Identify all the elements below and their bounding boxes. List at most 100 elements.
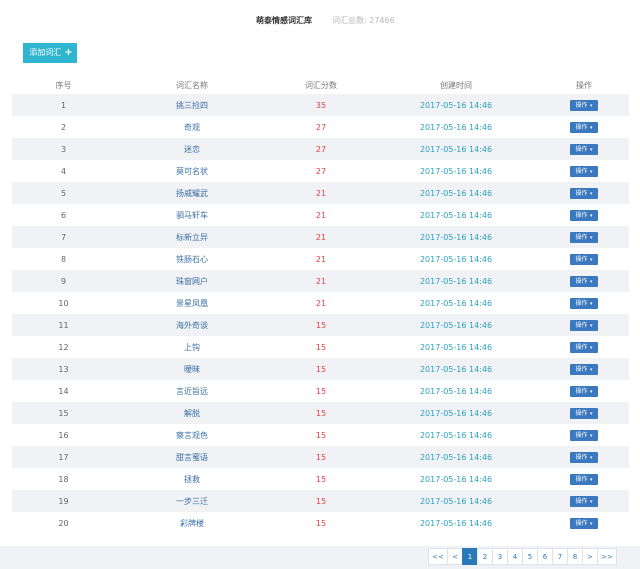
add-vocab-button[interactable]: 添加词汇 + (23, 43, 77, 63)
actions-dropdown-button[interactable]: 操作 ▾ (570, 517, 598, 529)
actions-dropdown-button[interactable]: 操作 ▾ (570, 297, 598, 309)
table-row: 16 察言观色 15 2017-05-16 14:46 操作 ▾ (12, 424, 629, 446)
caret-down-icon: ▾ (588, 190, 593, 197)
caret-down-icon: ▾ (588, 454, 593, 461)
page-button-5[interactable]: 5 (522, 548, 538, 565)
caret-down-icon: ▾ (588, 432, 593, 439)
actions-dropdown-button[interactable]: 操作 ▾ (570, 363, 598, 375)
vocab-score: 15 (315, 474, 327, 484)
page-button-2[interactable]: 2 (477, 548, 493, 565)
row-index: 18 (58, 474, 69, 484)
created-time: 2017-05-16 14:46 (373, 138, 539, 160)
actions-cell: 操作 ▾ (539, 314, 629, 336)
next-page-button[interactable]: > (582, 548, 598, 565)
table-row: 8 铁肠石心 21 2017-05-16 14:46 操作 ▾ (12, 248, 629, 270)
row-index: 4 (60, 166, 67, 176)
actions-dropdown-button[interactable]: 操作 ▾ (570, 407, 598, 419)
vocab-score: 21 (315, 210, 327, 220)
pagination: << < 1 2 3 4 5 6 7 8 > >> (428, 548, 617, 565)
created-time: 2017-05-16 14:46 (373, 446, 539, 468)
page-button-4[interactable]: 4 (507, 548, 523, 565)
vocab-total-count: 词汇总数: 27466 (332, 16, 395, 25)
page-button-1[interactable]: 1 (462, 548, 478, 565)
row-index: 1 (12, 94, 115, 116)
created-time: 2017-05-16 14:46 (373, 226, 539, 248)
created-time: 2017-05-16 14:46 (373, 490, 539, 512)
row-index: 7 (12, 226, 115, 248)
actions-dropdown-button[interactable]: 操作 ▾ (570, 99, 598, 111)
actions-cell: 操作 ▾ (539, 226, 629, 248)
table-row: 1 挑三捡四 35 2017-05-16 14:46 操作 ▾ (12, 94, 629, 116)
vocab-name: 莫可名状 (176, 166, 208, 176)
actions-cell: 操作 ▾ (539, 424, 629, 446)
actions-cell: 操作 ▾ (539, 336, 629, 358)
row-index: 2 (60, 122, 67, 132)
vocab-name: 彩牌楼 (180, 518, 204, 528)
vocab-name: 珠窗网户 (115, 270, 269, 292)
caret-down-icon: ▾ (588, 300, 593, 307)
actions-dropdown-button[interactable]: 操作 ▾ (570, 187, 598, 199)
actions-dropdown-button[interactable]: 操作 ▾ (570, 121, 598, 133)
actions-dropdown-button[interactable]: 操作 ▾ (570, 495, 598, 507)
row-index: 10 (58, 298, 69, 308)
actions-dropdown-button[interactable]: 操作 ▾ (570, 385, 598, 397)
last-page-button[interactable]: >> (597, 548, 617, 565)
actions-dropdown-button[interactable]: 操作 ▾ (570, 253, 598, 265)
plus-icon: + (64, 47, 73, 58)
caret-down-icon: ▾ (588, 102, 593, 109)
actions-dropdown-button[interactable]: 操作 ▾ (570, 451, 598, 463)
vocab-table: 序号 词汇名称 词汇分数 创建时间 操作 1 挑三捡四 35 2017-05-16 1… (12, 76, 629, 534)
row-index: 8 (60, 254, 67, 264)
table-header-row: 序号 词汇名称 词汇分数 创建时间 操作 (12, 76, 629, 94)
actions-cell: 操作 ▾ (539, 160, 629, 182)
vocab-score: 21 (269, 182, 373, 204)
col-header-actions: 操作 (576, 80, 592, 90)
created-time: 2017-05-16 14:46 (419, 254, 493, 264)
prev-page-button[interactable]: < (447, 548, 463, 565)
page-button-6[interactable]: 6 (537, 548, 553, 565)
actions-cell: 操作 ▾ (539, 204, 629, 226)
actions-cell: 操作 ▾ (539, 380, 629, 402)
table-row: 7 标新立异 21 2017-05-16 14:46 操作 ▾ (12, 226, 629, 248)
created-time: 2017-05-16 14:46 (373, 402, 539, 424)
actions-dropdown-button[interactable]: 操作 ▾ (570, 209, 598, 221)
vocab-score: 21 (315, 298, 327, 308)
actions-dropdown-button[interactable]: 操作 ▾ (570, 341, 598, 353)
caret-down-icon: ▾ (588, 256, 593, 263)
actions-label: 操作 (575, 475, 588, 483)
vocab-score: 15 (269, 314, 373, 336)
col-header-index: 序号 (55, 80, 72, 90)
page-button-3[interactable]: 3 (492, 548, 508, 565)
actions-label: 操作 (575, 211, 588, 219)
actions-dropdown-button[interactable]: 操作 ▾ (570, 143, 598, 155)
table-row: 18 拯救 15 2017-05-16 14:46 操作 ▾ (12, 468, 629, 490)
table-row: 6 驷马轩车 21 2017-05-16 14:46 操作 ▾ (12, 204, 629, 226)
actions-dropdown-button[interactable]: 操作 ▾ (570, 473, 598, 485)
actions-dropdown-button[interactable]: 操作 ▾ (570, 429, 598, 441)
page-header: 萌泰情感词汇库 词汇总数: 27466 (0, 13, 640, 29)
actions-dropdown-button[interactable]: 操作 ▾ (570, 231, 598, 243)
row-index: 14 (58, 386, 69, 396)
caret-down-icon: ▾ (588, 146, 593, 153)
actions-dropdown-button[interactable]: 操作 ▾ (570, 275, 598, 287)
actions-dropdown-button[interactable]: 操作 ▾ (570, 319, 598, 331)
table-row: 15 解脱 15 2017-05-16 14:46 操作 ▾ (12, 402, 629, 424)
page-button-8[interactable]: 8 (567, 548, 583, 565)
vocab-name: 奇观 (184, 122, 200, 132)
vocab-name: 甜言蜜语 (115, 446, 269, 468)
vocab-name: 暧昧 (115, 358, 269, 380)
first-page-button[interactable]: << (428, 548, 448, 565)
caret-down-icon: ▾ (588, 388, 593, 395)
vocab-score: 15 (315, 430, 327, 440)
created-time: 2017-05-16 14:46 (373, 314, 539, 336)
table-row: 20 彩牌楼 15 2017-05-16 14:46 操作 ▾ (12, 512, 629, 534)
created-time: 2017-05-16 14:46 (419, 430, 493, 440)
page-button-7[interactable]: 7 (552, 548, 568, 565)
actions-cell: 操作 ▾ (539, 138, 629, 160)
row-index: 9 (12, 270, 115, 292)
actions-label: 操作 (575, 255, 588, 263)
actions-label: 操作 (575, 233, 588, 241)
vocab-name: 察言观色 (176, 430, 208, 440)
actions-dropdown-button[interactable]: 操作 ▾ (570, 165, 598, 177)
vocab-name: 海外奇谈 (115, 314, 269, 336)
